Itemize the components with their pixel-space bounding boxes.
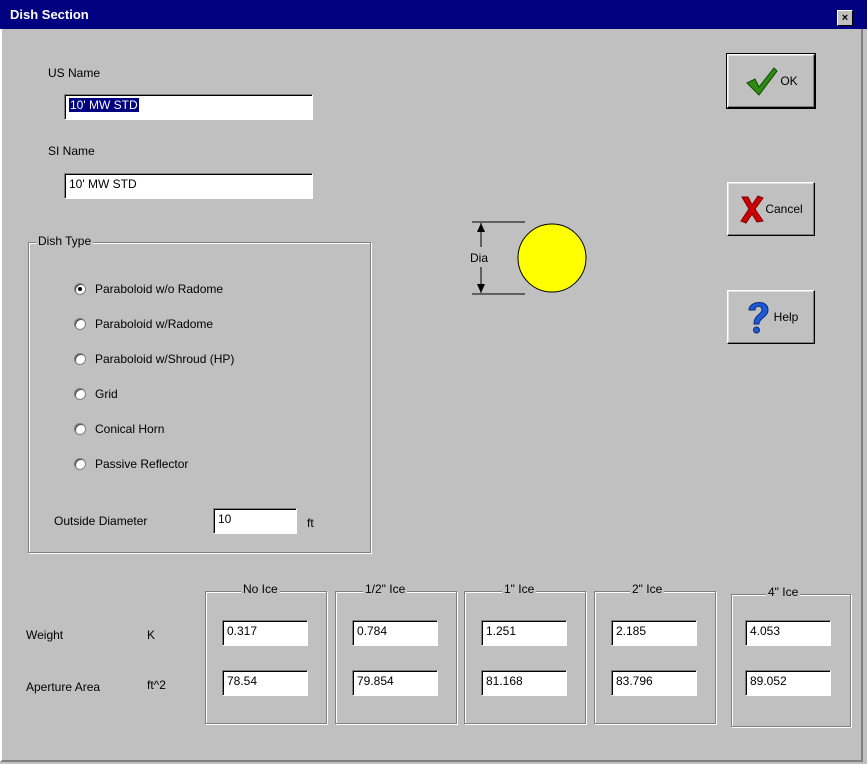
dish-diagram: Dia [470, 221, 587, 295]
ice-group-half-inch [335, 591, 457, 724]
radio-label: Paraboloid w/Shroud (HP) [95, 352, 235, 366]
arrow-up-icon [477, 223, 485, 232]
area-no-ice-field[interactable]: 78.54 [222, 670, 308, 696]
radio-paraboloid-wo-radome[interactable]: Paraboloid w/o Radome [74, 282, 223, 296]
radio-label: Conical Horn [95, 422, 165, 436]
us-name-value: 10' MW STD [69, 98, 139, 112]
si-name-label: SI Name [48, 144, 95, 158]
checkmark-icon [746, 67, 778, 96]
close-icon: × [841, 11, 849, 24]
radio-unchecked-icon [74, 318, 86, 330]
radio-unchecked-icon [74, 423, 86, 435]
radio-label: Paraboloid w/Radome [95, 317, 214, 331]
ice-header-half-inch: 1/2" Ice [363, 582, 408, 596]
radio-unchecked-icon [74, 353, 86, 365]
ice-group-no-ice [205, 591, 327, 724]
si-name-field[interactable]: 10' MW STD [64, 173, 313, 199]
question-mark-icon [748, 302, 769, 334]
radio-paraboloid-w-radome[interactable]: Paraboloid w/Radome [74, 317, 213, 331]
us-name-field[interactable]: 10' MW STD [64, 94, 313, 120]
help-label: Help [773, 310, 799, 324]
aperture-area-row-label: Aperture Area [26, 680, 101, 694]
ice-group-two-inch [594, 591, 716, 724]
aperture-area-unit: ft^2 [147, 678, 166, 692]
area-two-inch-field[interactable]: 83.796 [611, 670, 697, 696]
ice-group-four-inch [731, 594, 851, 727]
outside-diameter-label: Outside Diameter [54, 514, 148, 528]
weight-half-inch-field[interactable]: 0.784 [352, 620, 438, 646]
weight-one-inch-field[interactable]: 1.251 [481, 620, 567, 646]
dia-label: Dia [470, 251, 488, 265]
radio-conical-horn[interactable]: Conical Horn [74, 422, 164, 436]
area-half-inch-field[interactable]: 79.854 [352, 670, 438, 696]
title-bar: Dish Section × [0, 0, 867, 29]
weight-four-inch-field[interactable]: 4.053 [745, 620, 831, 646]
x-cancel-icon [740, 195, 765, 224]
radio-unchecked-icon [74, 388, 86, 400]
area-four-inch-field[interactable]: 89.052 [745, 670, 831, 696]
us-name-label: US Name [48, 66, 101, 80]
ice-header-no-ice: No Ice [241, 582, 280, 596]
radio-label: Grid [95, 387, 118, 401]
ok-button[interactable]: OK [726, 53, 816, 109]
window-title: Dish Section [10, 7, 89, 22]
ice-header-one-inch: 1" Ice [502, 582, 537, 596]
ice-header-two-inch: 2" Ice [630, 582, 665, 596]
weight-row-label: Weight [26, 628, 64, 642]
cancel-label: Cancel [765, 202, 803, 216]
outside-diameter-field[interactable]: 10 [213, 508, 297, 534]
weight-no-ice-field[interactable]: 0.317 [222, 620, 308, 646]
weight-unit: K [147, 628, 156, 642]
ice-group-one-inch [464, 591, 586, 724]
radio-passive-reflector[interactable]: Passive Reflector [74, 457, 188, 471]
arrow-down-icon [477, 284, 485, 293]
cancel-button[interactable]: Cancel [727, 182, 815, 236]
ok-label: OK [780, 74, 798, 88]
radio-unchecked-icon [74, 458, 86, 470]
dish-type-legend: Dish Type [36, 234, 94, 248]
outside-diameter-unit: ft [307, 516, 314, 530]
radio-checked-icon [74, 283, 86, 295]
ice-header-four-inch: 4" Ice [766, 585, 801, 599]
area-one-inch-field[interactable]: 81.168 [481, 670, 567, 696]
radio-label: Passive Reflector [95, 457, 189, 471]
help-button[interactable]: Help [727, 290, 815, 344]
radio-grid[interactable]: Grid [74, 387, 118, 401]
radio-label: Paraboloid w/o Radome [95, 282, 224, 296]
weight-two-inch-field[interactable]: 2.185 [611, 620, 697, 646]
radio-paraboloid-w-shroud[interactable]: Paraboloid w/Shroud (HP) [74, 352, 234, 366]
close-button[interactable]: × [837, 10, 853, 26]
dish-circle [517, 223, 587, 293]
